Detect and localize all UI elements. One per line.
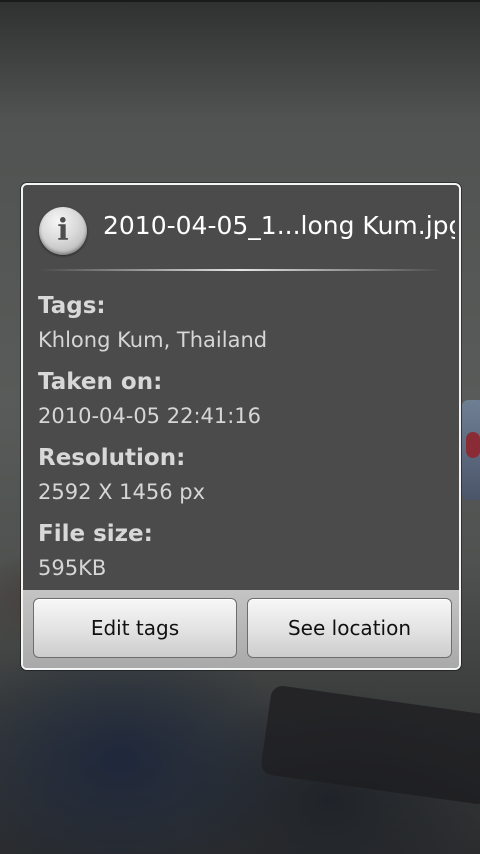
tags-value: Khlong Kum, Thailand: [38, 328, 268, 352]
title-divider: [39, 269, 443, 271]
file-size-value: 595KB: [38, 556, 107, 580]
tags-label: Tags:: [38, 293, 106, 319]
see-location-button[interactable]: See location: [247, 598, 452, 658]
edit-tags-button[interactable]: Edit tags: [33, 598, 237, 658]
photo-details-dialog: i 2010-04-05_1...long Kum.jpg Tags: Khlo…: [21, 183, 461, 670]
resolution-label: Resolution:: [38, 445, 186, 471]
dialog-title: 2010-04-05_1...long Kum.jpg: [103, 211, 455, 240]
file-size-label: File size:: [38, 521, 153, 547]
details-list: Tags: Khlong Kum, Thailand Taken on: 201…: [38, 289, 449, 593]
info-icon: i: [39, 207, 87, 255]
background-cup-logo: [466, 432, 480, 458]
dialog-button-bar: Edit tags See location: [23, 590, 459, 668]
background-chair: [259, 684, 480, 806]
taken-on-label: Taken on:: [38, 369, 163, 395]
dialog-title-bar: i 2010-04-05_1...long Kum.jpg: [23, 185, 459, 271]
resolution-value: 2592 X 1456 px: [38, 480, 206, 504]
status-bar-edge: [0, 0, 480, 2]
taken-on-value: 2010-04-05 22:41:16: [38, 404, 262, 428]
